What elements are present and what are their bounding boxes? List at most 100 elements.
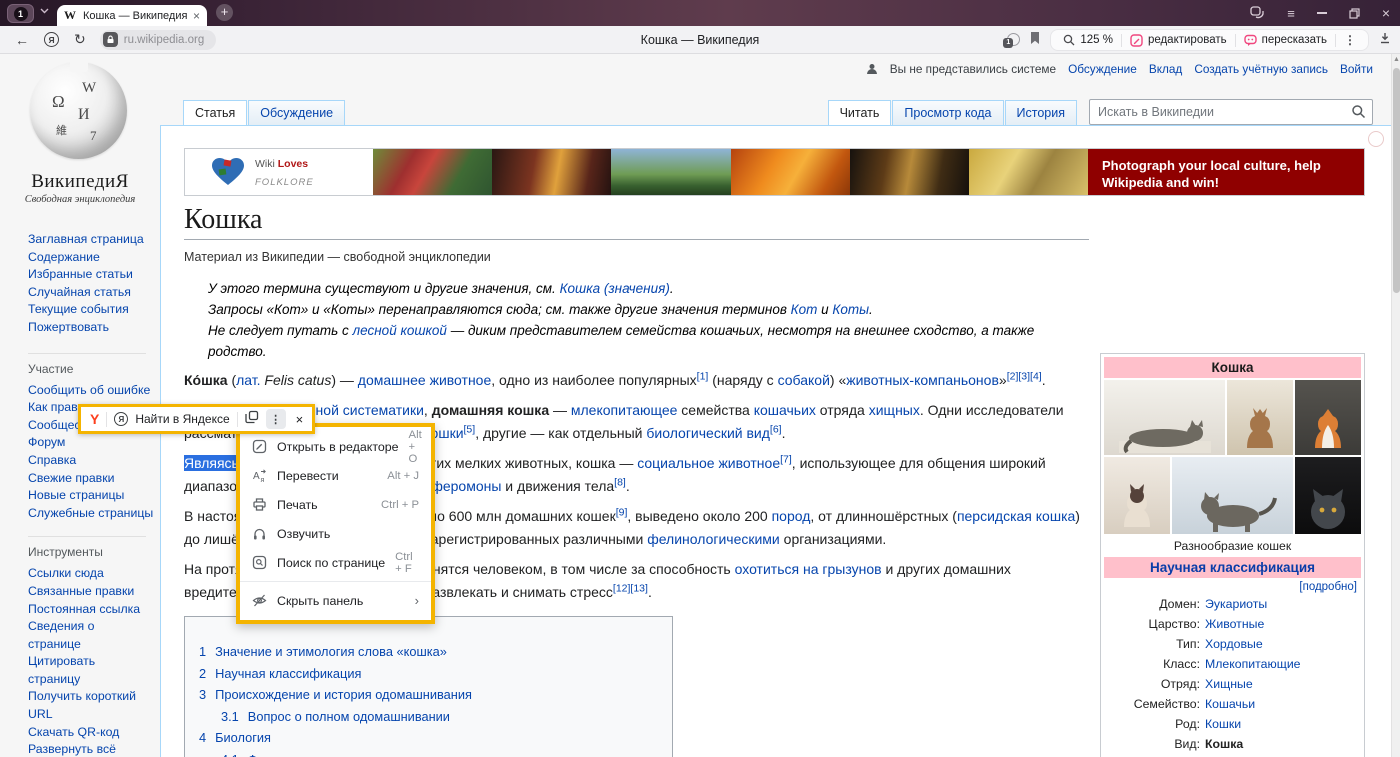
menu-item-hide-panel[interactable]: Скрыть панель ›: [240, 586, 431, 615]
sidebar-item[interactable]: Цитировать страницу: [28, 653, 148, 688]
inline-link[interactable]: фелинологическими: [647, 531, 780, 547]
personal-link[interactable]: Создать учётную запись: [1194, 62, 1328, 76]
tab-group-chevron-icon[interactable]: [40, 1, 49, 19]
sidebar-item[interactable]: Ссылки сюда: [28, 565, 148, 583]
inline-link[interactable]: Кот: [791, 302, 818, 317]
protect-icon[interactable]: 1: [1003, 33, 1020, 48]
chat-icon[interactable]: [1250, 6, 1265, 20]
tab-history[interactable]: История: [1005, 100, 1077, 125]
sidebar-item[interactable]: Случайная статья: [28, 284, 160, 302]
edit-page-button[interactable]: редактировать: [1122, 34, 1235, 47]
ref-link[interactable]: [8]: [614, 476, 626, 488]
search-icon[interactable]: [1351, 104, 1366, 124]
inline-link[interactable]: лат.: [236, 372, 260, 388]
taxonomy-value[interactable]: Животные: [1205, 614, 1264, 634]
sidebar-item[interactable]: Форум: [28, 434, 160, 452]
details-link[interactable]: [подробно]: [1104, 578, 1361, 594]
inline-link[interactable]: охотиться на грызунов: [735, 561, 882, 577]
inline-link[interactable]: пород: [772, 508, 811, 524]
sidebar-item[interactable]: Содержание: [28, 249, 160, 267]
sidebar-item[interactable]: Свежие правки: [28, 470, 160, 488]
sidebar-item[interactable]: Связанные правки: [28, 583, 148, 601]
cat-photo-grey-tabby-lying[interactable]: [1104, 380, 1225, 455]
sidebar-item[interactable]: Заглавная страница: [28, 231, 160, 249]
menu-item-read-aloud[interactable]: Озвучить: [240, 519, 431, 548]
personal-link[interactable]: Обсуждение: [1068, 62, 1137, 76]
toolbar-close-icon[interactable]: ×: [293, 412, 307, 427]
menu-item-open-in-editor[interactable]: Открыть в редакторе Alt + O: [240, 432, 431, 461]
retell-button[interactable]: пересказать: [1236, 34, 1335, 47]
address-bar[interactable]: ru.wikipedia.org: [100, 30, 217, 50]
sidebar-item[interactable]: Служебные страницы: [28, 505, 160, 523]
taxonomy-value[interactable]: Хордовые: [1205, 634, 1263, 654]
wiki-logo-title[interactable]: ВикипедиЯ: [0, 171, 160, 193]
tab-group-chip[interactable]: 1: [7, 4, 34, 23]
ref-link[interactable]: [7]: [780, 453, 792, 465]
cat-photo-orange-white[interactable]: [1295, 380, 1361, 455]
ref-link[interactable]: [12][13]: [613, 582, 648, 594]
ref-link[interactable]: [2][3][4]: [1007, 370, 1042, 382]
toc-item[interactable]: 4 Биология: [199, 727, 658, 749]
taxonomy-value[interactable]: Кошки: [1205, 714, 1241, 734]
downloads-icon[interactable]: [1378, 31, 1392, 50]
inline-link[interactable]: собакой: [778, 372, 830, 388]
close-icon[interactable]: ×: [1382, 5, 1390, 21]
inline-link[interactable]: домашнее животное: [358, 372, 491, 388]
search-in-yandex-button[interactable]: Найти в Яндексе: [135, 412, 229, 426]
banner-close-icon[interactable]: [1368, 131, 1384, 147]
toc-item[interactable]: 3.1 Вопрос о полном одомашнивании: [199, 706, 658, 728]
inline-link[interactable]: феромоны: [431, 478, 501, 494]
inline-link[interactable]: Кошка (значения): [560, 281, 670, 296]
sidebar-item[interactable]: Развернуть всё: [28, 741, 148, 757]
sidebar-item[interactable]: Текущие события: [28, 301, 160, 319]
more-actions-icon[interactable]: ⋮: [1336, 33, 1364, 47]
inline-link[interactable]: кошачьих: [754, 402, 816, 418]
browser-tab[interactable]: W Кошка — Википедия ×: [57, 5, 207, 26]
sidebar-item[interactable]: Пожертвовать: [28, 319, 160, 337]
restore-icon[interactable]: [1349, 8, 1360, 19]
menu-icon[interactable]: ≡: [1287, 6, 1295, 21]
inline-link[interactable]: животных-компаньонов: [846, 372, 999, 388]
wikipedia-globe-logo[interactable]: Ω W И 7 維: [30, 62, 127, 159]
sidebar-item[interactable]: Получить короткий URL: [28, 688, 148, 723]
scrollbar-thumb[interactable]: [1393, 68, 1400, 293]
inline-link[interactable]: хищных: [869, 402, 920, 418]
menu-item-find-on-page[interactable]: Поиск по странице Ctrl + F: [240, 548, 431, 577]
banner-cta[interactable]: Photograph your local culture, help Wiki…: [1088, 149, 1364, 195]
taxonomy-value[interactable]: Кошка: [1205, 734, 1243, 754]
inline-link[interactable]: социальное животное: [637, 455, 780, 471]
taxonomy-value[interactable]: Эукариоты: [1205, 594, 1267, 614]
ref-link[interactable]: [5]: [464, 423, 476, 435]
scroll-up-icon[interactable]: ▲: [1393, 56, 1400, 63]
cat-photo-tabby-snow[interactable]: [1172, 457, 1293, 534]
sidebar-item[interactable]: Новые страницы: [28, 487, 160, 505]
toc-item[interactable]: 4.1 Физиология: [199, 749, 658, 757]
inline-link[interactable]: биологический вид: [646, 425, 770, 441]
wiki-loves-folklore-banner[interactable]: Wiki Loves FOLKLORE Photograph your loca…: [184, 148, 1365, 196]
inline-link[interactable]: Коты: [832, 302, 869, 317]
lock-icon[interactable]: [103, 32, 118, 47]
yandex-services-icon[interactable]: Я: [44, 32, 59, 47]
yandex-logo-icon[interactable]: Y: [90, 411, 99, 427]
taxonomy-value[interactable]: Млекопитающие: [1205, 654, 1301, 674]
sidebar-item[interactable]: Сведения о странице: [28, 618, 148, 653]
sidebar-item[interactable]: Избранные статьи: [28, 266, 160, 284]
personal-link[interactable]: Войти: [1340, 62, 1373, 76]
sidebar-item[interactable]: Сообщить об ошибке: [28, 382, 160, 400]
ref-link[interactable]: [1]: [697, 370, 709, 382]
personal-link[interactable]: Вклад: [1149, 62, 1183, 76]
tab-read[interactable]: Читать: [828, 100, 892, 125]
cat-photo-abyssinian[interactable]: [1227, 380, 1293, 455]
toc-item[interactable]: 1 Значение и этимология слова «кошка»: [199, 641, 658, 663]
minimize-icon[interactable]: [1317, 12, 1327, 14]
inline-link[interactable]: млекопитающее: [571, 402, 678, 418]
toc-item[interactable]: 3 Происхождение и история одомашнивания: [199, 684, 658, 706]
toolbar-more-icon[interactable]: ⋮: [266, 409, 286, 429]
zoom-control[interactable]: 125 %: [1055, 34, 1121, 46]
taxonomy-value[interactable]: Хищные: [1205, 674, 1253, 694]
sidebar-item[interactable]: Постоянная ссылка: [28, 601, 148, 619]
personal-link[interactable]: Вы не представились системе: [890, 62, 1056, 76]
cat-photo-dark-grey[interactable]: [1295, 457, 1361, 534]
taxonomy-value[interactable]: Кошачьи: [1205, 694, 1255, 714]
wiki-search-input[interactable]: [1089, 99, 1373, 125]
